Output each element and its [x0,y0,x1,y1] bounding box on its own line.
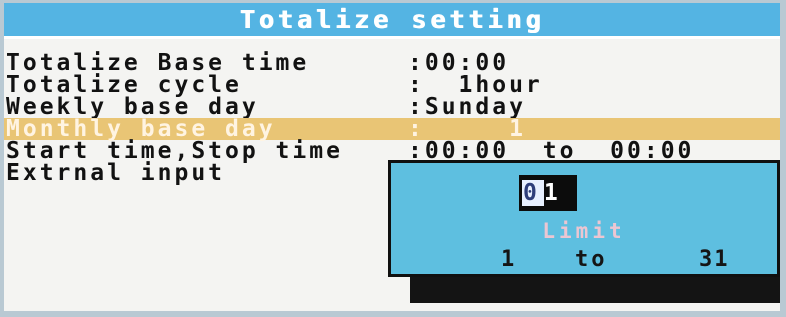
setting-value: : 1 [408,116,526,142]
setting-label: Monthly base day [6,116,276,142]
setting-label: Totalize Base time [6,50,310,76]
setting-value: :Sunday [408,94,526,120]
setting-row-start-stop-time[interactable]: Start time,Stop time :00:00 to 00:00 [4,138,780,164]
setting-label: Totalize cycle [6,72,242,98]
entry-cursor: 0 [522,180,544,206]
setting-label: Start time,Stop time [6,138,343,164]
setting-value: :00:00 [408,50,510,76]
screen: Totalize setting Totalize Base time :00:… [4,3,780,311]
limit-min: 1 [501,247,515,272]
title-bar: Totalize setting [4,3,780,39]
page-title: Totalize setting [239,5,545,34]
setting-label: Weekly base day [6,94,259,120]
setting-value: :00:00 to 00:00 [408,138,695,164]
popup-shadow [410,273,780,303]
setting-row-base-time[interactable]: Totalize Base time :00:00 [4,50,780,76]
limit-max: 31 [699,247,730,272]
setting-row-cycle[interactable]: Totalize cycle : 1hour [4,72,780,98]
limit-label: Limit [542,219,626,243]
value-entry-field[interactable]: 01 [519,175,577,211]
entry-digits: 1 [543,180,564,206]
setting-label: Extrnal input [6,160,226,186]
setting-row-monthly-base-day[interactable]: Monthly base day : 1 [4,116,780,142]
setting-value: : 1hour [408,72,543,98]
numeric-input-popup: 01 Limit 1 to 31 [388,160,780,277]
setting-row-weekly-base-day[interactable]: Weekly base day :Sunday [4,94,780,120]
limit-to-label: to [575,247,608,272]
